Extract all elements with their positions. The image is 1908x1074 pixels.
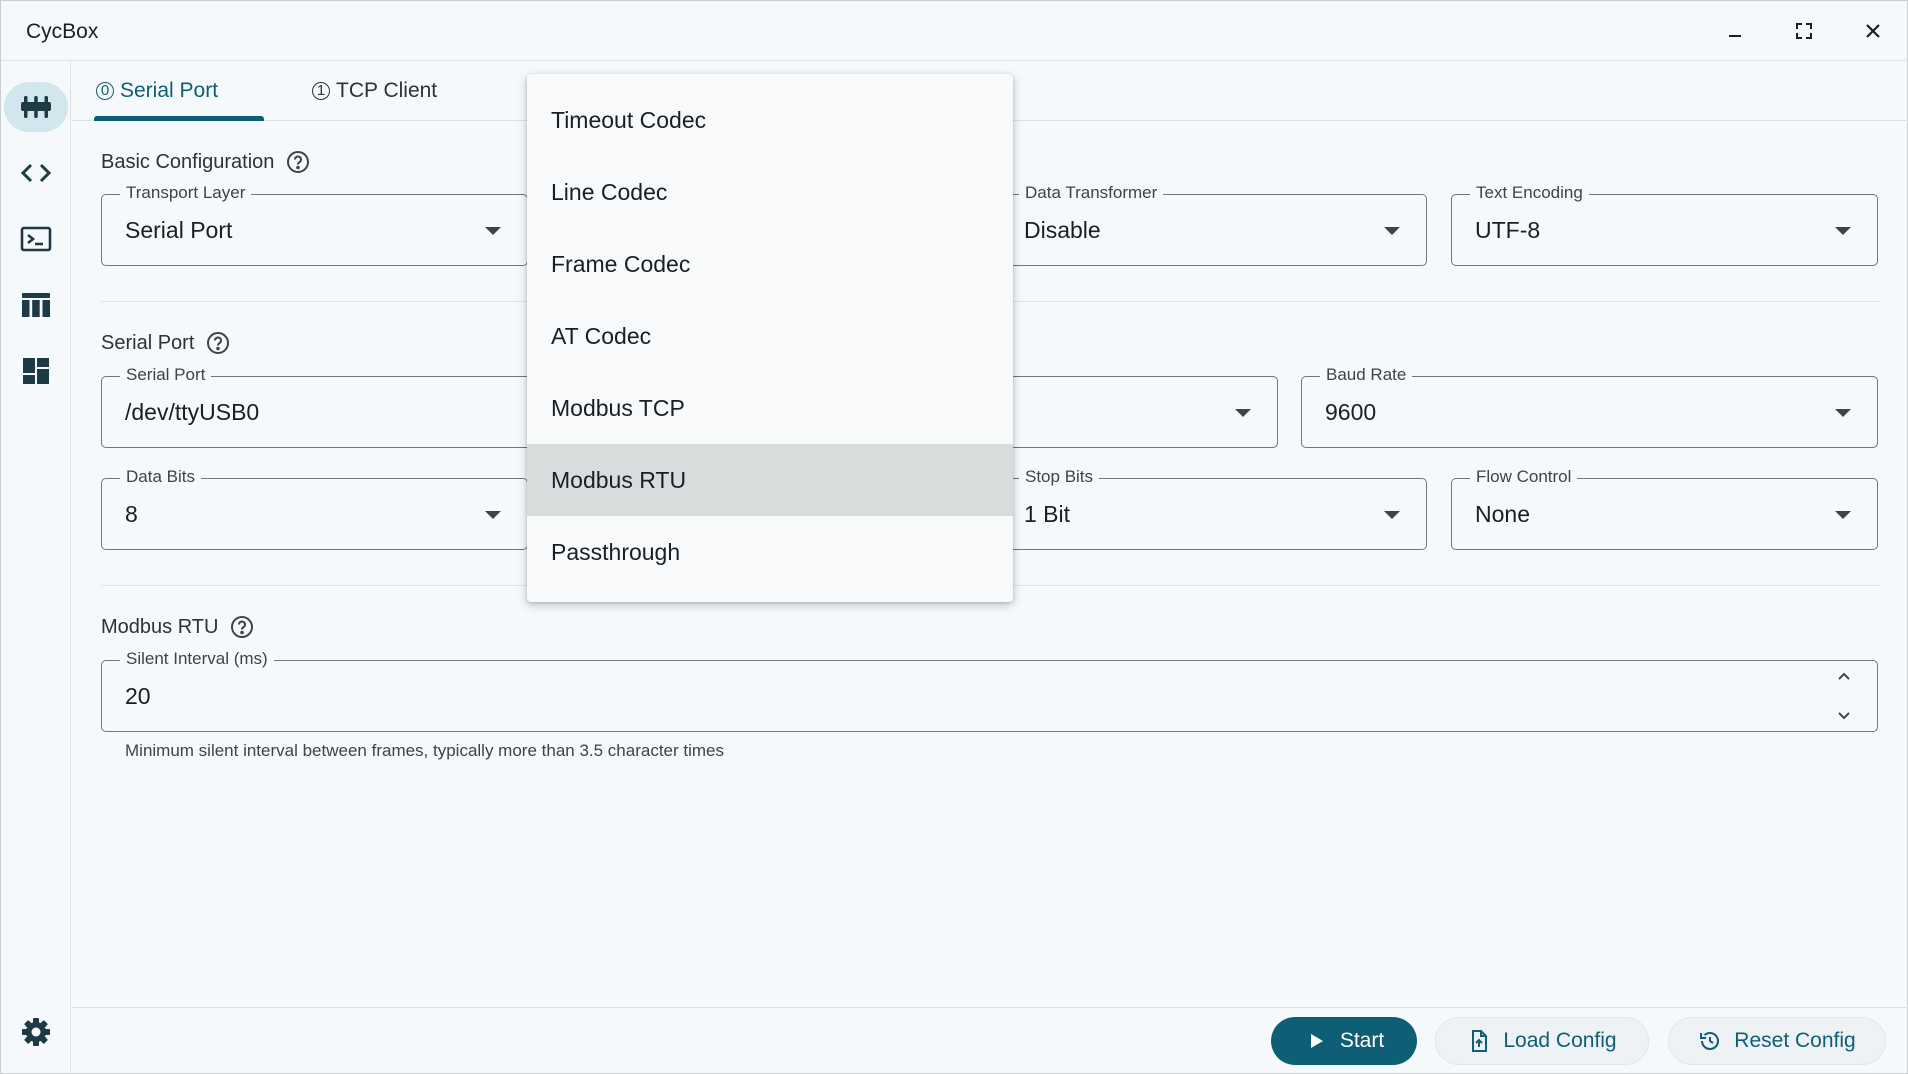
- help-icon[interactable]: [230, 615, 254, 639]
- menu-item-modbus-tcp[interactable]: Modbus TCP: [527, 372, 1013, 444]
- dropdown-arrow-icon: [1235, 409, 1251, 417]
- menu-item-passthrough[interactable]: Passthrough: [527, 516, 1013, 588]
- dropdown-arrow-icon: [485, 227, 501, 235]
- rail-item-terminal[interactable]: [4, 214, 68, 264]
- section-title: Basic Configuration: [101, 150, 275, 173]
- help-icon[interactable]: [286, 150, 310, 174]
- field-label: Transport Layer: [120, 183, 252, 203]
- gear-icon: [22, 1018, 50, 1046]
- field-value: 1 Bit: [1024, 501, 1071, 527]
- flow-control-select[interactable]: Flow Control None: [1451, 467, 1878, 550]
- rail-item-dashboard[interactable]: [4, 346, 68, 396]
- field-value: Disable: [1024, 217, 1101, 243]
- field-value: 9600: [1325, 399, 1377, 425]
- tab-index-badge: 1: [312, 82, 330, 100]
- tab-serial-port[interactable]: 0 Serial Port: [96, 61, 218, 121]
- help-icon[interactable]: [206, 331, 230, 355]
- field-label: Text Encoding: [1470, 183, 1589, 203]
- section-basic-configuration: Basic Configuration: [101, 150, 310, 174]
- menu-item-timeout-codec[interactable]: Timeout Codec: [527, 84, 1013, 156]
- codec-dropdown-menu: Timeout Codec Line Codec Frame Codec AT …: [527, 74, 1013, 602]
- baud-rate-select[interactable]: Baud Rate 9600: [1301, 365, 1878, 448]
- minimize-button[interactable]: [1713, 11, 1757, 51]
- menu-item-modbus-rtu[interactable]: Modbus RTU: [527, 444, 1013, 516]
- silent-interval-input[interactable]: Silent Interval (ms) 20: [101, 649, 1878, 732]
- tab-index-badge: 0: [96, 82, 114, 100]
- close-icon: [1866, 24, 1880, 38]
- field-label: Data Bits: [120, 467, 201, 487]
- play-icon: [1310, 1034, 1323, 1048]
- dropdown-arrow-icon: [1384, 511, 1400, 519]
- field-label: Serial Port: [120, 365, 212, 385]
- field-label: Baud Rate: [1320, 365, 1413, 385]
- tab-label: Serial Port: [120, 79, 219, 102]
- menu-item-frame-codec[interactable]: Frame Codec: [527, 228, 1013, 300]
- number-stepper: [1833, 667, 1855, 725]
- field-value: UTF-8: [1475, 217, 1541, 243]
- section-title: Serial Port: [101, 331, 195, 354]
- rail-item-settings[interactable]: [4, 1007, 68, 1057]
- dropdown-arrow-icon: [1835, 227, 1851, 235]
- data-bits-select[interactable]: Data Bits 8: [101, 467, 528, 550]
- dropdown-arrow-icon: [1384, 227, 1400, 235]
- minimize-icon: [1729, 35, 1741, 37]
- section-modbus-rtu: Modbus RTU: [101, 615, 254, 639]
- text-encoding-select[interactable]: Text Encoding UTF-8: [1451, 183, 1878, 266]
- rail-item-code[interactable]: [4, 148, 68, 198]
- stop-bits-select[interactable]: Stop Bits 1 Bit: [1001, 467, 1427, 550]
- maximize-icon: [1796, 23, 1812, 39]
- field-value: None: [1475, 501, 1530, 527]
- terminal-icon: [20, 226, 52, 252]
- button-label: Reset Config: [1734, 1029, 1856, 1052]
- maximize-button[interactable]: [1782, 11, 1826, 51]
- connection-icon: [21, 96, 51, 118]
- title-bar: CycBox: [1, 1, 1907, 61]
- app-window: CycBox 0 Serial Port 1 TCP Client Basic …: [0, 0, 1908, 1074]
- navigation-rail: [1, 61, 71, 1073]
- section-title: Modbus RTU: [101, 615, 219, 638]
- field-value: Serial Port: [125, 217, 233, 243]
- button-label: Start: [1339, 1029, 1385, 1052]
- active-tab-indicator: [94, 116, 264, 121]
- field-label: Data Transformer: [1019, 183, 1164, 203]
- transport-layer-select[interactable]: Transport Layer Serial Port: [101, 183, 528, 266]
- field-label: Silent Interval (ms): [120, 649, 274, 669]
- chevron-up-icon[interactable]: [1835, 667, 1853, 685]
- field-value: 8: [125, 501, 138, 527]
- reset-config-button[interactable]: Reset Config: [1668, 1017, 1886, 1065]
- field-label: Stop Bits: [1019, 467, 1100, 487]
- chevron-down-icon[interactable]: [1835, 707, 1853, 725]
- field-value: 20: [125, 683, 151, 709]
- start-button[interactable]: Start: [1271, 1017, 1417, 1065]
- app-title: CycBox: [26, 20, 99, 43]
- data-transformer-select[interactable]: Data Transformer Disable: [1001, 183, 1427, 266]
- section-serial-port: Serial Port: [101, 331, 230, 355]
- rail-item-table[interactable]: [4, 280, 68, 330]
- code-icon: [20, 163, 52, 183]
- tab-tcp-client[interactable]: 1 TCP Client: [312, 61, 437, 121]
- close-button[interactable]: [1851, 11, 1895, 51]
- menu-item-at-codec[interactable]: AT Codec: [527, 300, 1013, 372]
- menu-item-line-codec[interactable]: Line Codec: [527, 156, 1013, 228]
- history-icon: [1700, 1032, 1720, 1050]
- field-value: /dev/ttyUSB0: [125, 399, 260, 425]
- dropdown-arrow-icon: [1835, 511, 1851, 519]
- file-upload-icon: [1472, 1030, 1488, 1052]
- table-icon: [22, 293, 50, 317]
- tab-label: TCP Client: [336, 79, 438, 102]
- silent-interval-helper: Minimum silent interval between frames, …: [125, 741, 725, 760]
- dropdown-arrow-icon: [1835, 409, 1851, 417]
- bottom-divider: [72, 1007, 1908, 1008]
- rail-item-connection[interactable]: [4, 82, 68, 132]
- load-config-button[interactable]: Load Config: [1435, 1017, 1649, 1065]
- dashboard-icon: [23, 358, 49, 384]
- field-label: Flow Control: [1470, 467, 1578, 487]
- dropdown-arrow-icon: [485, 511, 501, 519]
- button-label: Load Config: [1503, 1029, 1617, 1052]
